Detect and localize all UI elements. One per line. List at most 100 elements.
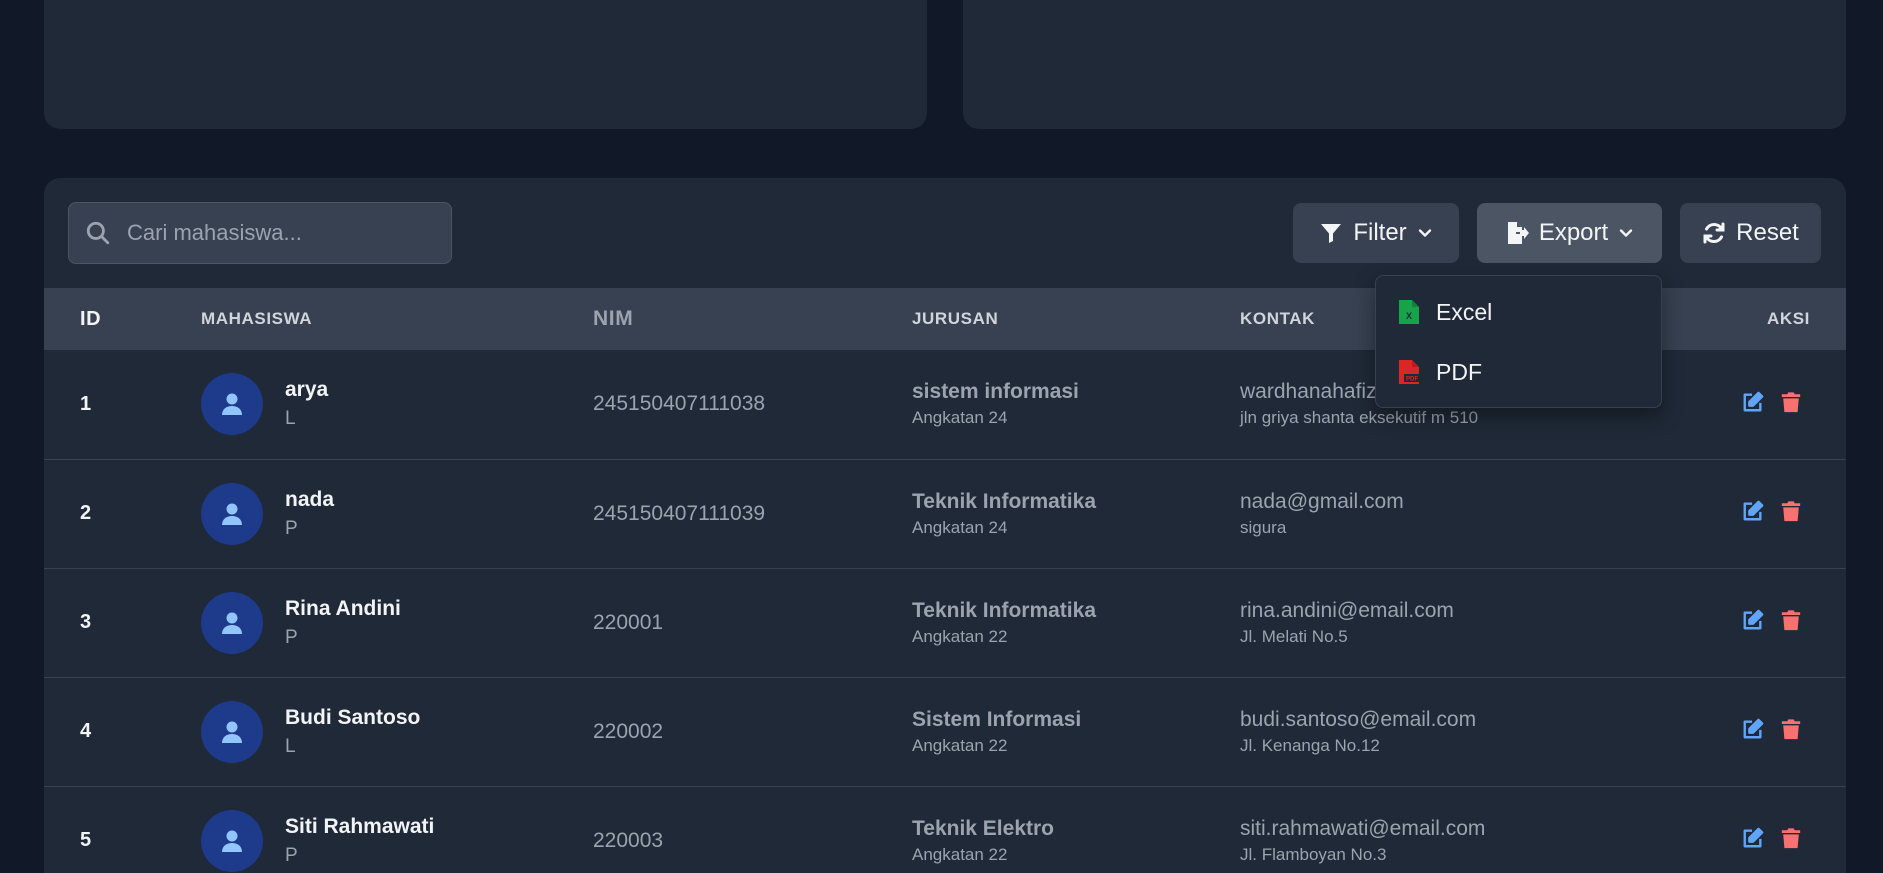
cell-nim: 245150407111039 xyxy=(593,501,766,525)
cell-aksi xyxy=(1724,350,1846,459)
cell-nim: 245150407111038 xyxy=(593,392,766,416)
export-pdf-item[interactable]: PDF PDF xyxy=(1376,342,1661,402)
cell-aksi xyxy=(1724,786,1846,873)
cell-kontak: rina.andini@email.com Jl. Melati No.5 xyxy=(1240,568,1724,677)
column-header-aksi: AKSI xyxy=(1766,309,1810,328)
cell-nim: 220001 xyxy=(593,610,664,634)
contact-address: Jl. Kenanga No.12 xyxy=(1240,735,1380,755)
student-gender: P xyxy=(285,517,298,539)
table-row: 2 nada P 245150407111039 Teknik Informat… xyxy=(44,459,1846,568)
table-row: 3 Rina Andini P 220001 Teknik Informatik… xyxy=(44,568,1846,677)
jurusan-name: Teknik Elektro xyxy=(912,816,1054,840)
cell-kontak: budi.santoso@email.com Jl. Kenanga No.12 xyxy=(1240,677,1724,786)
cell-kontak: nada@gmail.com sigura xyxy=(1240,459,1724,568)
cell-id: 5 xyxy=(80,829,92,851)
cell-jurusan: Sistem Informasi Angkatan 22 xyxy=(912,677,1240,786)
svg-text:PDF: PDF xyxy=(1406,377,1418,383)
reset-button[interactable]: Reset xyxy=(1680,203,1821,263)
stat-card-left xyxy=(44,0,927,129)
export-pdf-label: PDF xyxy=(1436,358,1482,385)
contact-email: rina.andini@email.com xyxy=(1240,598,1454,622)
jurusan-name: Teknik Informatika xyxy=(912,489,1096,513)
avatar xyxy=(201,700,263,763)
edit-icon[interactable] xyxy=(1742,391,1764,413)
cell-mahasiswa: nada P xyxy=(201,459,593,568)
edit-icon[interactable] xyxy=(1742,827,1764,849)
cell-id: 4 xyxy=(80,720,92,742)
table-row: 5 Siti Rahmawati P 220003 Teknik Elektro… xyxy=(44,786,1846,873)
student-name: Rina Andini xyxy=(285,596,401,620)
trash-icon[interactable] xyxy=(1780,827,1802,849)
cell-jurusan: Teknik Elektro Angkatan 22 xyxy=(912,786,1240,873)
file-pdf-icon: PDF xyxy=(1399,360,1420,384)
export-excel-label: Excel xyxy=(1436,298,1493,325)
avatar xyxy=(201,373,263,436)
angkatan: Angkatan 24 xyxy=(912,408,1008,428)
toolbar: Filter Export Reset xyxy=(44,178,1846,288)
export-excel-item[interactable]: X Excel xyxy=(1376,282,1661,342)
student-gender: P xyxy=(285,626,298,648)
cell-jurusan: Teknik Informatika Angkatan 22 xyxy=(912,568,1240,677)
angkatan: Angkatan 22 xyxy=(912,844,1008,864)
cell-aksi xyxy=(1724,459,1846,568)
avatar xyxy=(201,591,263,654)
student-gender: L xyxy=(285,735,296,757)
cell-aksi xyxy=(1724,568,1846,677)
table-row: 4 Budi Santoso L 220002 Sistem Informasi… xyxy=(44,677,1846,786)
student-gender: L xyxy=(285,408,296,430)
cell-mahasiswa: arya L xyxy=(201,350,593,459)
cell-aksi xyxy=(1724,677,1846,786)
file-excel-icon: X xyxy=(1399,300,1419,324)
student-name: arya xyxy=(285,378,329,402)
jurusan-name: Sistem Informasi xyxy=(912,707,1082,731)
contact-email: nada@gmail.com xyxy=(1240,489,1404,513)
chevron-down-icon xyxy=(1619,229,1633,237)
cell-jurusan: sistem informasi Angkatan 24 xyxy=(912,350,1240,459)
user-icon xyxy=(222,721,242,743)
column-header-mahasiswa: MAHASISWA xyxy=(201,309,313,328)
search-icon xyxy=(86,221,110,245)
cell-mahasiswa: Rina Andini P xyxy=(201,568,593,677)
export-label: Export xyxy=(1538,219,1609,246)
filter-icon xyxy=(1321,224,1342,243)
user-icon xyxy=(222,830,242,852)
column-header-jurusan: JURUSAN xyxy=(912,309,999,328)
cell-id: 1 xyxy=(80,392,92,415)
student-name: Siti Rahmawati xyxy=(285,814,435,838)
filter-button[interactable]: Filter xyxy=(1293,203,1459,263)
contact-address: sigura xyxy=(1240,517,1287,537)
student-name: Budi Santoso xyxy=(285,705,421,729)
trash-icon[interactable] xyxy=(1780,718,1802,740)
edit-icon[interactable] xyxy=(1742,718,1764,740)
contact-address: Jl. Flamboyan No.3 xyxy=(1240,844,1387,864)
search-box[interactable] xyxy=(68,202,452,264)
column-header-nim: NIM xyxy=(593,307,634,330)
contact-address: jln griya shanta eksekutif m 510 xyxy=(1240,408,1479,428)
table-body: 1 arya L 245150407111038 sistem informas… xyxy=(44,350,1846,873)
cell-nim: 220002 xyxy=(593,719,664,743)
edit-icon[interactable] xyxy=(1742,609,1764,631)
cell-nim: 220003 xyxy=(593,828,664,852)
export-button[interactable]: Export xyxy=(1477,203,1662,263)
cell-mahasiswa: Budi Santoso L xyxy=(201,677,593,786)
jurusan-name: sistem informasi xyxy=(912,380,1079,404)
user-icon xyxy=(222,393,242,416)
angkatan: Angkatan 22 xyxy=(912,626,1008,646)
cell-kontak: siti.rahmawati@email.com Jl. Flamboyan N… xyxy=(1240,786,1724,873)
column-header-id: ID xyxy=(80,307,102,330)
contact-address: Jl. Melati No.5 xyxy=(1240,626,1348,646)
jurusan-name: Teknik Informatika xyxy=(912,598,1096,622)
cell-jurusan: Teknik Informatika Angkatan 24 xyxy=(912,459,1240,568)
stat-card-right xyxy=(963,0,1846,129)
edit-icon[interactable] xyxy=(1742,500,1764,522)
user-icon xyxy=(222,503,242,525)
reset-label: Reset xyxy=(1736,219,1799,246)
trash-icon[interactable] xyxy=(1780,609,1802,631)
trash-icon[interactable] xyxy=(1780,500,1802,522)
trash-icon[interactable] xyxy=(1780,391,1802,413)
student-name: nada xyxy=(285,487,335,511)
contact-email: budi.santoso@email.com xyxy=(1240,707,1477,731)
search-input[interactable] xyxy=(127,220,447,246)
avatar xyxy=(201,809,263,872)
cell-id: 3 xyxy=(80,611,92,633)
